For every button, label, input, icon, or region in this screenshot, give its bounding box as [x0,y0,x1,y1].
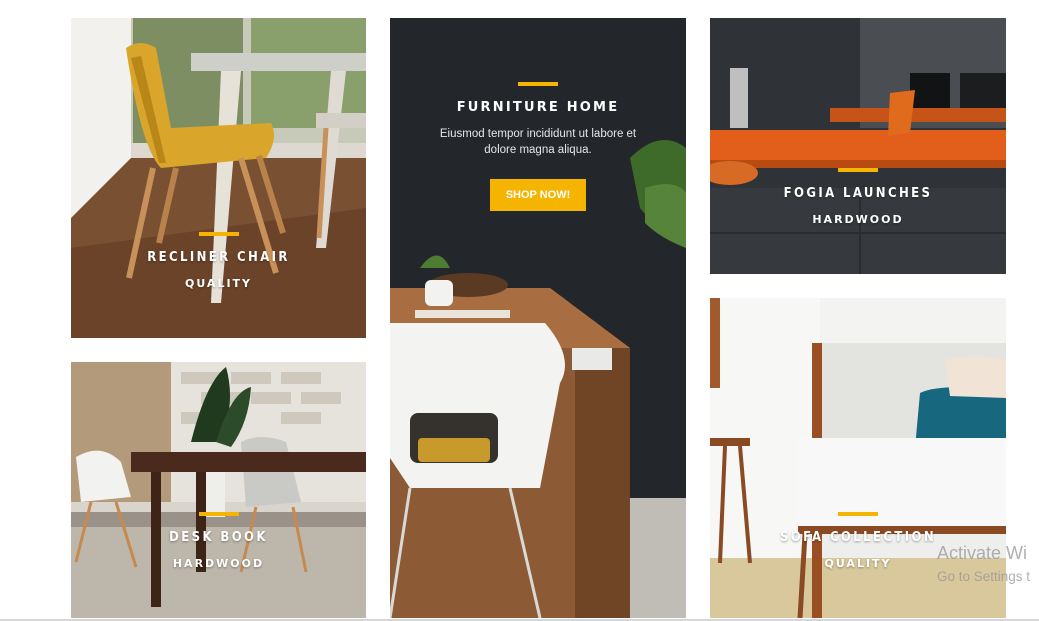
hero-title: FURNITURE HOME [456,100,620,115]
shop-now-button[interactable]: SHOP NOW! [489,179,587,211]
accent-bar [198,512,239,516]
activation-watermark-title: Activate Wi [937,543,1028,563]
tile-subtitle: HARDWOOD [812,213,904,226]
accent-bar [838,512,878,516]
hero-text: Eiusmod tempor incididunt ut labore et d… [439,128,637,156]
tile-recliner-chair[interactable]: RECLINER CHAIR QUALITY [71,18,366,338]
accent-bar [198,232,239,236]
fogia-launches-image [710,18,1006,274]
tile-desk-book[interactable]: DESK BOOK HARDWOOD [71,362,366,618]
hero-furniture-home: FURNITURE HOME Eiusmod tempor incididunt… [390,18,686,618]
accent-bar [838,168,878,172]
tile-title: RECLINER CHAIR [147,250,290,265]
desk-book-image [71,362,366,618]
tile-subtitle: QUALITY [184,277,253,290]
tile-fogia-launches[interactable]: FOGIA LAUNCHES HARDWOOD [710,18,1006,274]
tile-title: FOGIA LAUNCHES [783,186,933,201]
activation-watermark-subtitle: Go to Settings t [937,569,1031,584]
accent-bar [518,82,558,86]
tile-subtitle: HARDWOOD [172,557,265,570]
recliner-chair-image [71,18,366,338]
tile-title: DESK BOOK [169,530,268,545]
